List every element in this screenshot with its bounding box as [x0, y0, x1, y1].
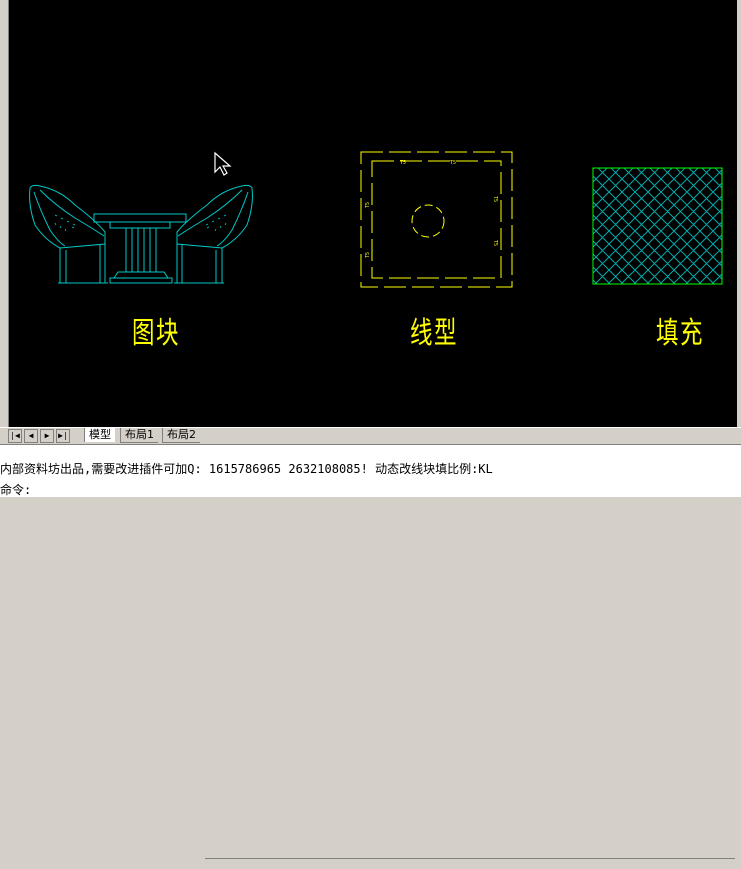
mouse-cursor-icon	[214, 151, 232, 176]
left-edge-frame	[0, 0, 9, 427]
furniture-block[interactable]	[29, 184, 253, 284]
linetype-code: T5	[365, 252, 371, 258]
command-history-line: 内部资料坊出品,需要改进插件可加Q: 1615786965 2632108085…	[0, 462, 493, 476]
command-window[interactable]: 内部资料坊出品,需要改进插件可加Q: 1615786965 2632108085…	[0, 444, 741, 497]
linetype-code: T5	[365, 202, 371, 208]
linetype-code: T5	[492, 240, 498, 246]
block-label: 图块	[132, 316, 180, 351]
first-tab-button[interactable]: |◀	[8, 429, 22, 443]
linetype-code: T5	[492, 196, 498, 202]
horizontal-scrollbar[interactable]	[205, 858, 735, 869]
layout-tab-bar: |◀ ◀ ▶ ▶| 模型 布局1 布局2	[0, 427, 741, 859]
linetype-block[interactable]	[360, 151, 513, 288]
drawing-canvas[interactable]: T5 T5 T5 T5 T5 T5 图块 线型 填充	[0, 0, 741, 427]
drawing-svg[interactable]: T5 T5 T5 T5 T5 T5	[0, 0, 741, 427]
tab-layout1[interactable]: 布局1	[120, 428, 158, 443]
hatch-label: 填充	[656, 316, 704, 351]
tab-model[interactable]: 模型	[84, 428, 115, 442]
linetype-label: 线型	[410, 316, 458, 351]
linetype-codes: T5 T5 T5 T5 T5 T5	[365, 160, 498, 258]
command-prompt[interactable]: 命令:	[0, 481, 31, 498]
linetype-code: T5	[450, 160, 456, 166]
last-tab-button[interactable]: ▶|	[56, 429, 70, 443]
right-edge-frame	[737, 0, 741, 427]
linetype-code: T5	[400, 160, 406, 166]
next-tab-button[interactable]: ▶	[40, 429, 54, 443]
tab-layout2[interactable]: 布局2	[162, 428, 200, 443]
prev-tab-button[interactable]: ◀	[24, 429, 38, 443]
